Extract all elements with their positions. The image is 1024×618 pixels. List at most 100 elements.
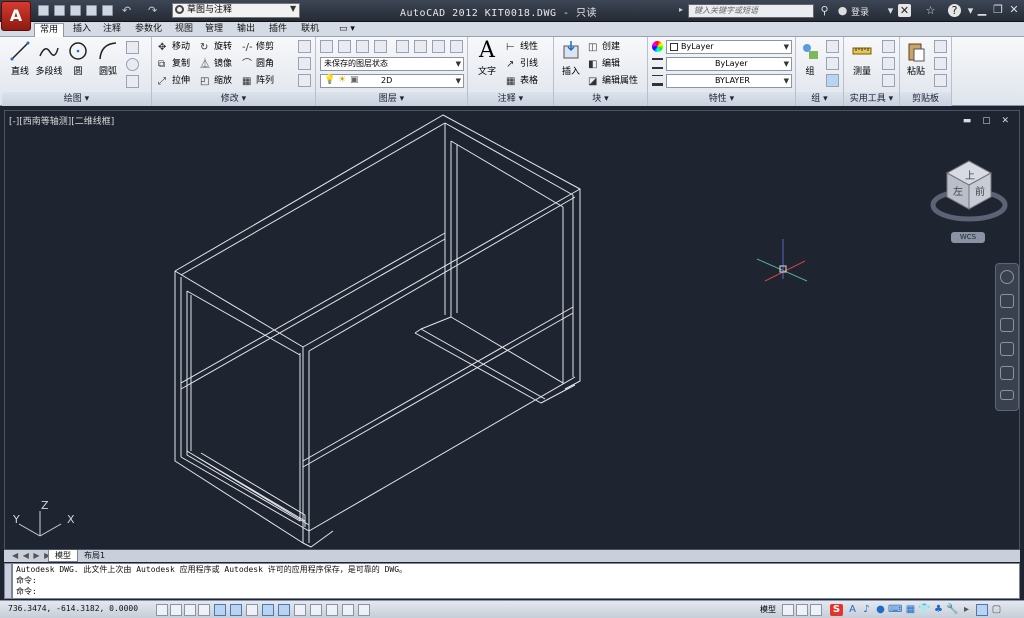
- chevron-down-icon[interactable]: ▾: [884, 4, 897, 17]
- measure-button[interactable]: 测量: [846, 40, 878, 77]
- copy-clip-icon[interactable]: [934, 57, 947, 70]
- save-icon[interactable]: [70, 5, 81, 16]
- minimize-button[interactable]: ▁: [974, 2, 990, 18]
- create-block-button[interactable]: ◫ 创建: [588, 40, 620, 54]
- viewcube-left-label[interactable]: 左: [953, 183, 963, 198]
- layer-icon[interactable]: [374, 40, 387, 53]
- redo-icon[interactable]: ↷: [148, 4, 157, 17]
- quick-select-icon[interactable]: [882, 40, 895, 53]
- groups-panel-title[interactable]: 组 ▾: [796, 92, 843, 106]
- color-dropdown[interactable]: ByLayer ▼: [666, 40, 792, 54]
- circle-button[interactable]: 圆: [64, 40, 92, 77]
- offset-icon[interactable]: [298, 74, 311, 87]
- ungroup-icon[interactable]: [826, 40, 839, 53]
- 3d-object-snap-toggle[interactable]: [246, 604, 258, 616]
- properties-panel-title[interactable]: 特性 ▾: [648, 92, 795, 106]
- help-search-input[interactable]: 键入关键字或短语: [688, 4, 814, 18]
- fillet-button[interactable]: ⌒ 圆角: [242, 57, 274, 71]
- viewcube-front-label[interactable]: 前: [975, 183, 985, 198]
- arc-button[interactable]: 圆弧: [94, 40, 122, 77]
- layer-icon[interactable]: [396, 40, 409, 53]
- scale-button[interactable]: ◰ 缩放: [200, 74, 232, 88]
- toolbox-icon[interactable]: ▦: [904, 604, 917, 616]
- layers-panel-title[interactable]: 图层 ▾: [316, 92, 467, 106]
- group-button[interactable]: 组: [798, 40, 822, 77]
- text-button[interactable]: A 文字: [472, 40, 502, 78]
- undo-icon[interactable]: ↶: [122, 4, 131, 17]
- tab-plugins[interactable]: 插件: [264, 23, 292, 37]
- command-line-grip[interactable]: [4, 563, 12, 599]
- ime-punctuation-icon[interactable]: ●: [874, 604, 887, 616]
- mirror-button[interactable]: ⏅ 镜像: [200, 57, 232, 71]
- utilities-panel-title[interactable]: 实用工具 ▾: [844, 92, 899, 106]
- open-file-icon[interactable]: [54, 5, 65, 16]
- linetype-dropdown[interactable]: ByLayer ▼: [666, 57, 792, 71]
- tools-icon[interactable]: ♣: [932, 604, 945, 616]
- search-expand-icon[interactable]: ▸: [679, 5, 683, 14]
- draw-panel-title[interactable]: 绘图 ▾: [2, 92, 151, 106]
- lineweight-dropdown[interactable]: BYLAYER ▼: [666, 74, 792, 88]
- quick-properties-toggle[interactable]: [342, 604, 354, 616]
- viewcube-top-label[interactable]: 上: [965, 167, 975, 182]
- layer-icon[interactable]: [356, 40, 369, 53]
- insert-button[interactable]: 插入: [556, 40, 586, 77]
- polar-tracking-toggle[interactable]: [214, 604, 226, 616]
- tab-output[interactable]: 输出: [232, 23, 260, 37]
- lineweight-toggle[interactable]: [310, 604, 322, 616]
- copy-button[interactable]: ⧉ 复制: [158, 57, 190, 71]
- viewport-window-controls[interactable]: ▬ ▢ ✕: [963, 116, 1013, 126]
- exchange-icon[interactable]: ✕: [898, 4, 911, 17]
- clean-screen-icon[interactable]: ▢: [990, 604, 1003, 616]
- tab-insert[interactable]: 插入: [68, 23, 96, 37]
- orbit-icon[interactable]: [1000, 342, 1014, 356]
- table-button[interactable]: ▦ 表格: [506, 74, 538, 88]
- new-file-icon[interactable]: [38, 5, 49, 16]
- quick-view-drawings-button[interactable]: [796, 604, 808, 616]
- show-motion-icon[interactable]: [1000, 366, 1014, 380]
- nav-options-icon[interactable]: [1000, 390, 1014, 400]
- application-menu-button[interactable]: A: [1, 1, 31, 31]
- rotate-button[interactable]: ↻ 旋转: [200, 40, 232, 54]
- skin-icon[interactable]: 👕: [918, 604, 931, 616]
- hatch-icon[interactable]: [126, 75, 139, 88]
- linear-dimension-button[interactable]: ⊢ 线性: [506, 40, 538, 54]
- drawing-viewport[interactable]: Z X Y [-][西南等轴测][二维线框] ▬ ▢ ✕ 上 左 前 WCS: [4, 110, 1020, 550]
- grid-display-toggle[interactable]: [184, 604, 196, 616]
- ime-language-icon[interactable]: A: [846, 604, 859, 616]
- help-icon[interactable]: ?: [948, 4, 961, 17]
- object-snap-toggle[interactable]: [230, 604, 242, 616]
- snap-mode-toggle[interactable]: [170, 604, 182, 616]
- dynamic-input-toggle[interactable]: [294, 604, 306, 616]
- pan-icon[interactable]: [1000, 294, 1014, 308]
- tab-model[interactable]: 模型: [48, 550, 78, 562]
- wrench-icon[interactable]: 🔧: [946, 604, 959, 616]
- tab-extra[interactable]: ▭ ▾: [334, 23, 360, 37]
- match-properties-icon[interactable]: [934, 74, 947, 87]
- cut-icon[interactable]: [934, 40, 947, 53]
- tab-view[interactable]: 视图: [170, 23, 198, 37]
- command-prompt[interactable]: 命令:: [16, 586, 1019, 597]
- keyboard-icon[interactable]: ⌨: [888, 604, 902, 616]
- array-button[interactable]: ▦ 阵列: [242, 74, 274, 88]
- save-as-icon[interactable]: [86, 5, 97, 16]
- print-icon[interactable]: [102, 5, 113, 16]
- edit-block-button[interactable]: ◧ 编辑: [588, 57, 620, 71]
- annotation-scale-button[interactable]: [810, 604, 822, 616]
- coordinate-readout[interactable]: 736.3474, -614.3182, 0.0000: [8, 604, 138, 613]
- close-button[interactable]: ✕: [1006, 2, 1022, 18]
- transparency-toggle[interactable]: [326, 604, 338, 616]
- tab-manage[interactable]: 管理: [200, 23, 228, 37]
- edit-attributes-button[interactable]: ◪ 编辑属性: [588, 74, 638, 88]
- modify-panel-title[interactable]: 修改 ▾: [152, 92, 315, 106]
- workspace-dropdown[interactable]: 草图与注释: [172, 3, 300, 18]
- quick-view-layouts-button[interactable]: [782, 604, 794, 616]
- annotation-panel-title[interactable]: 注释 ▾: [468, 92, 553, 106]
- layer-icon[interactable]: [450, 40, 463, 53]
- tab-annotate[interactable]: 注释: [98, 23, 126, 37]
- calculator-icon[interactable]: [882, 57, 895, 70]
- selection-cycling-toggle[interactable]: [358, 604, 370, 616]
- polyline-button[interactable]: 多段线: [34, 40, 64, 77]
- trim-button[interactable]: -/- 修剪: [242, 40, 274, 54]
- chevron-right-icon[interactable]: ▸: [960, 604, 973, 616]
- ortho-mode-toggle[interactable]: [198, 604, 210, 616]
